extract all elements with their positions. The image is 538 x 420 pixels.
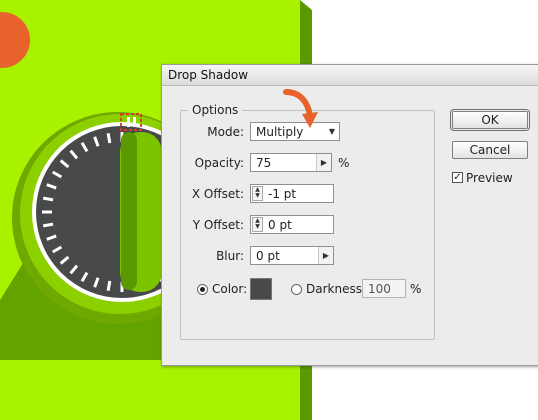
y-offset-value: 0 pt	[268, 218, 292, 232]
dialog-title: Drop Shadow	[162, 65, 538, 86]
ok-button[interactable]: OK	[450, 109, 530, 131]
x-offset-label: X Offset:	[191, 187, 244, 201]
y-offset-stepper-icon[interactable]: ▲ ▼	[252, 217, 263, 232]
darkness-radio[interactable]	[291, 284, 302, 295]
dial-tick	[106, 280, 112, 292]
mode-label: Mode:	[207, 125, 244, 139]
y-offset-label: Y Offset:	[192, 218, 244, 232]
preview-label: Preview	[466, 171, 513, 185]
x-offset-stepper-icon[interactable]: ▲ ▼	[252, 186, 263, 201]
orange-pointer-arrow-icon	[283, 89, 318, 128]
blur-field[interactable]: 0 pt ▶	[250, 246, 334, 265]
shadow-color-swatch[interactable]	[250, 278, 272, 300]
blur-label: Blur:	[216, 249, 244, 263]
color-label: Color:	[212, 282, 248, 296]
x-offset-value: -1 pt	[268, 187, 297, 201]
darkness-label: Darkness:	[306, 282, 367, 296]
darkness-unit: %	[410, 282, 422, 296]
cancel-button[interactable]: Cancel	[452, 141, 528, 159]
drop-shadow-dialog: Drop Shadow Options Mode: Multiply ▼ Opa…	[161, 64, 538, 366]
dial-tick	[106, 132, 112, 144]
darkness-value: 100	[368, 282, 391, 296]
color-radio[interactable]	[197, 284, 208, 295]
dial-hand	[120, 132, 162, 292]
opacity-label: Opacity:	[194, 156, 244, 170]
y-offset-field[interactable]: ▲ ▼ 0 pt	[250, 215, 334, 234]
x-offset-field[interactable]: ▲ ▼ -1 pt	[250, 184, 334, 203]
blur-value: 0 pt	[256, 249, 280, 263]
opacity-value: 75	[256, 156, 272, 170]
blur-arrow-icon[interactable]: ▶	[318, 247, 333, 264]
opacity-field[interactable]: 75 ▶	[250, 153, 332, 172]
dial-tick	[42, 222, 54, 228]
opacity-unit: %	[338, 156, 350, 170]
preview-checkbox[interactable]: ✓	[452, 172, 463, 183]
options-group-title: Options	[188, 103, 243, 117]
opacity-arrow-icon[interactable]: ▶	[316, 154, 331, 171]
darkness-field[interactable]: 100	[362, 279, 406, 298]
dial-tick	[42, 196, 54, 202]
